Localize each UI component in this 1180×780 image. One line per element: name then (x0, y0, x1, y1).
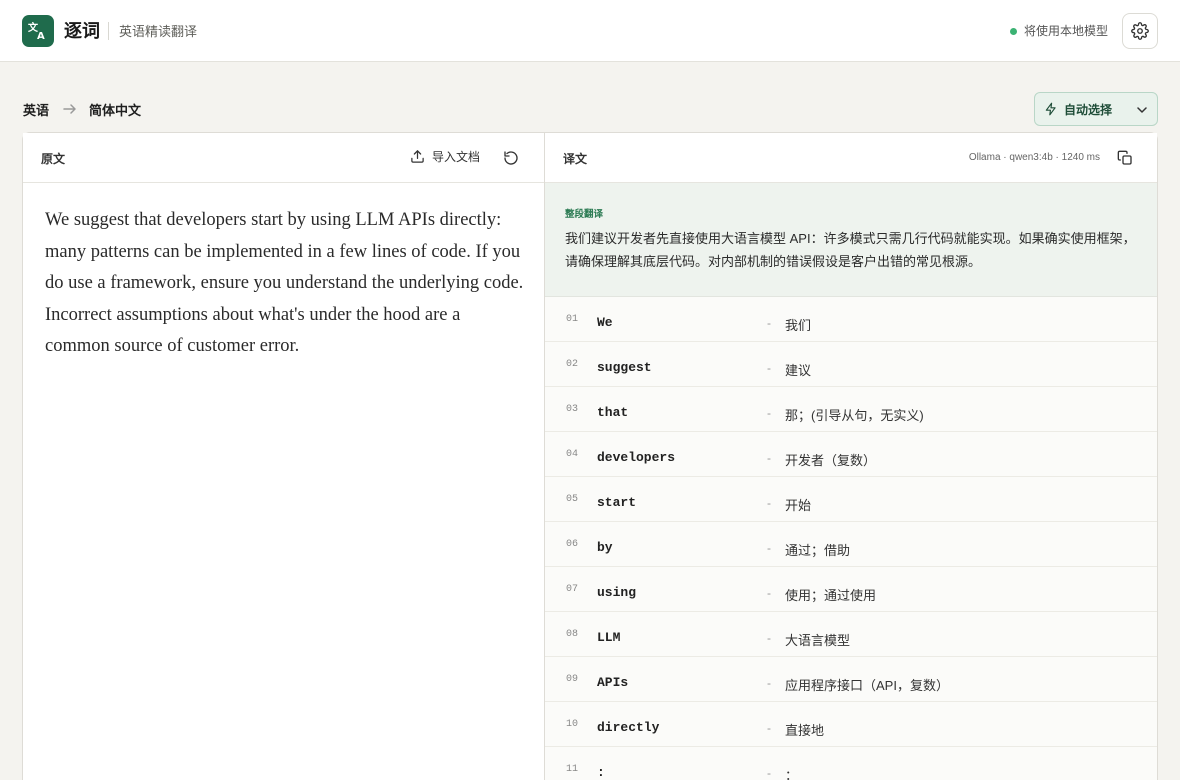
word-english: using (597, 585, 637, 600)
word-chinese: 我们 (785, 318, 812, 333)
source-panel-title: 原文 (41, 152, 66, 166)
model-meta: Ollama · qwen3:4b · 1240 ms (968, 152, 1100, 163)
word-english: suggest (597, 360, 652, 375)
gear-icon (1131, 22, 1149, 40)
word-chinese: 那；(引导从句，无实义) (785, 408, 924, 423)
translation-panel: 译文 Ollama · qwen3:4b · 1240 ms 整段翻译 我们建议… (544, 132, 1158, 780)
translation-panel-title: 译文 (563, 152, 588, 166)
word-separator: - (767, 451, 771, 465)
word-chinese: 大语言模型 (785, 633, 851, 648)
word-row[interactable]: 08 LLM - 大语言模型 (545, 612, 1157, 657)
word-row[interactable]: 09 APIs - 应用程序接口（API，复数） (545, 657, 1157, 702)
model-status: 将使用本地模型 (1009, 22, 1108, 40)
word-separator: - (767, 766, 771, 780)
word-chinese: 开发者（复数） (785, 453, 877, 468)
lightning-icon (1045, 102, 1056, 116)
settings-button[interactable] (1122, 13, 1158, 49)
translation-panel-header: 译文 Ollama · qwen3:4b · 1240 ms (545, 133, 1157, 183)
status-dot (1009, 27, 1017, 35)
app-logo: 文 A (22, 15, 54, 47)
word-row[interactable]: 11 : - ： (545, 747, 1157, 780)
word-english: that (597, 405, 629, 420)
word-separator: - (767, 586, 771, 600)
word-number: 08 (566, 629, 579, 640)
chevron-down-icon (1137, 107, 1147, 113)
word-chinese: ： (785, 768, 799, 780)
reset-button[interactable] (503, 150, 519, 171)
word-chinese: 使用；通过使用 (785, 588, 877, 603)
word-english: We (597, 315, 613, 330)
word-number: 07 (566, 584, 579, 595)
word-row[interactable]: 03 that - 那；(引导从句，无实义) (545, 387, 1157, 432)
word-english: developers (597, 450, 676, 465)
brand-divider (108, 22, 109, 40)
word-separator: - (767, 406, 771, 420)
source-language[interactable]: 英语 (23, 100, 49, 119)
word-number: 09 (566, 674, 579, 685)
target-language[interactable]: 简体中文 (89, 100, 141, 119)
source-panel: 原文 导入文档 We suggest that developers start… (22, 132, 545, 780)
full-translation-label: 整段翻译 (565, 209, 604, 220)
app-name: 逐词 (64, 21, 100, 41)
word-row[interactable]: 02 suggest - 建议 (545, 342, 1157, 387)
word-separator: - (767, 676, 771, 690)
full-translation: 整段翻译 我们建议开发者先直接使用大语言模型 API：许多模式只需几行代码就能实… (545, 183, 1157, 297)
word-english: start (597, 495, 637, 510)
word-number: 01 (566, 314, 579, 325)
status-text: 将使用本地模型 (1023, 24, 1108, 38)
word-english: APIs (597, 675, 629, 690)
word-separator: - (767, 316, 771, 330)
word-english: : (597, 765, 605, 780)
svg-text:A: A (37, 31, 45, 42)
word-row[interactable]: 04 developers - 开发者（复数） (545, 432, 1157, 477)
word-number: 03 (566, 404, 579, 415)
language-pair: 英语 简体中文 (23, 99, 141, 119)
word-row[interactable]: 10 directly - 直接地 (545, 702, 1157, 747)
reset-icon (504, 151, 518, 165)
import-document-label: 导入文档 (431, 150, 480, 164)
arrow-right-icon (63, 103, 77, 115)
word-english: directly (597, 720, 660, 735)
source-text[interactable]: We suggest that developers start by usin… (45, 205, 525, 363)
word-chinese: 应用程序接口（API，复数） (785, 678, 949, 693)
upload-icon (411, 150, 424, 163)
word-number: 04 (566, 449, 579, 460)
word-chinese: 开始 (785, 498, 812, 513)
top-bar: 文 A 逐词 英语精读翻译 将使用本地模型 (0, 0, 1180, 62)
copy-icon (1117, 150, 1132, 165)
import-document-button[interactable]: 导入文档 (410, 148, 480, 165)
word-separator: - (767, 541, 771, 555)
word-separator: - (767, 361, 771, 375)
model-select[interactable]: 自动选择 (1034, 92, 1158, 126)
word-english: LLM (597, 630, 621, 645)
word-separator: - (767, 496, 771, 510)
word-chinese: 建议 (785, 363, 812, 378)
word-number: 11 (566, 764, 579, 775)
copy-button[interactable] (1117, 150, 1133, 171)
word-chinese: 通过；借助 (785, 543, 851, 558)
word-list: 01 We - 我们 02 suggest - 建议 03 that - 那；(… (545, 297, 1157, 780)
word-separator: - (767, 631, 771, 645)
word-number: 06 (566, 539, 579, 550)
word-english: by (597, 540, 613, 555)
translate-icon: 文 A (28, 21, 45, 42)
app-tagline: 英语精读翻译 (119, 24, 198, 39)
word-row[interactable]: 05 start - 开始 (545, 477, 1157, 522)
word-separator: - (767, 721, 771, 735)
word-chinese: 直接地 (785, 723, 825, 738)
word-number: 05 (566, 494, 579, 505)
word-number: 02 (566, 359, 579, 370)
model-select-label: 自动选择 (1064, 102, 1113, 117)
full-translation-text: 我们建议开发者先直接使用大语言模型 API：许多模式只需几行代码就能实现。如果确… (565, 231, 1136, 269)
word-row[interactable]: 06 by - 通过；借助 (545, 522, 1157, 567)
word-number: 10 (566, 719, 579, 730)
source-panel-header: 原文 导入文档 (23, 133, 544, 183)
word-row[interactable]: 07 using - 使用；通过使用 (545, 567, 1157, 612)
word-row[interactable]: 01 We - 我们 (545, 297, 1157, 342)
